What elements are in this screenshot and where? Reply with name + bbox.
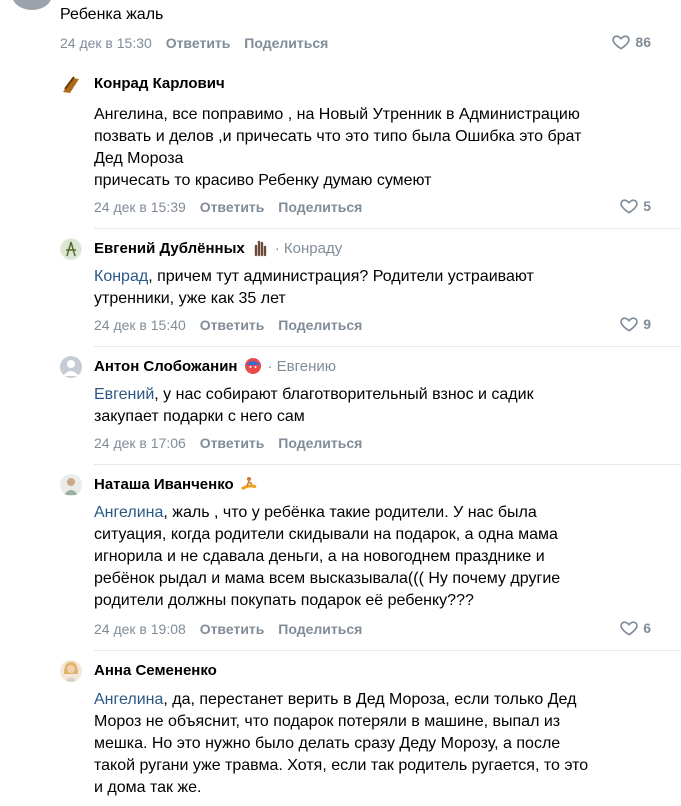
like-count: 86 [635,34,651,50]
mention-link[interactable]: Евгений [94,386,154,403]
author-name[interactable]: Анна Семененко [94,662,217,679]
like-count: 5 [643,198,651,214]
comment-time[interactable]: 24 дек в 19:08 [94,621,186,637]
avatar[interactable] [60,474,82,496]
avatar[interactable] [60,74,82,96]
reply-button[interactable]: Ответить [166,35,231,51]
avatar[interactable] [60,238,82,260]
comment-time[interactable]: 24 дек в 17:06 [94,435,186,451]
face-emoji-icon [244,357,262,375]
author-name[interactable]: Конрад Карлович [94,75,225,92]
divider [94,228,681,229]
like-count: 9 [643,316,651,332]
comment-author[interactable]: Евгений Дублённых · Конраду [94,239,342,257]
reply-button[interactable]: Ответить [200,621,265,637]
reply-button[interactable]: Ответить [200,435,265,451]
comment-time[interactable]: 24 дек в 15:39 [94,199,186,215]
comment-author[interactable]: Антон Слобожанин · Евгению [94,357,336,375]
surfer-emoji-icon [240,475,258,493]
heart-outline-icon [620,621,638,636]
author-name[interactable]: Антон Слобожанин [94,358,238,375]
hand-emoji-icon [251,239,269,257]
reply-to-link[interactable]: · Конраду [275,240,342,257]
comment-text: Конрад, причем тут администрация? Родите… [94,268,534,307]
author-name[interactable]: Евгений Дублённых [94,240,245,257]
heart-outline-icon [612,35,631,50]
like-button[interactable]: 5 [619,196,651,216]
comment-meta: 24 дек в 17:06 Ответить Поделиться [94,435,362,451]
share-button[interactable]: Поделиться [278,317,362,333]
comment-time[interactable]: 24 дек в 15:30 [60,35,152,51]
comment-author[interactable]: Конрад Карлович [94,75,225,92]
comment-text: Ребенка жаль [60,6,164,23]
avatar[interactable] [12,0,52,10]
comment-text: Ангелина, да, перестанет верить в Дед Мо… [94,691,589,796]
like-button[interactable]: 9 [619,314,651,334]
comment-author[interactable]: Наташа Иванченко [94,475,258,493]
divider [94,346,681,347]
reply-button[interactable]: Ответить [200,317,265,333]
avatar[interactable] [60,660,82,682]
comment-text: Евгений, у нас собирают благотворительны… [94,386,534,425]
avatar[interactable] [60,356,82,378]
share-button[interactable]: Поделиться [244,35,328,51]
share-button[interactable]: Поделиться [278,621,362,637]
like-count: 6 [643,620,651,636]
comment-time[interactable]: 24 дек в 15:40 [94,317,186,333]
like-button[interactable]: 6 [619,618,651,638]
comment-text: Ангелина, жаль , что у ребёнка такие род… [94,504,561,609]
share-button[interactable]: Поделиться [278,435,362,451]
comment-meta: 24 дек в 15:30 Ответить Поделиться [60,35,328,51]
comment-meta: 24 дек в 19:08 Ответить Поделиться [94,621,362,637]
divider [94,650,681,651]
comment-text: Ангелина, все поправимо , на Новый Утрен… [94,106,582,189]
mention-link[interactable]: Конрад [94,268,148,285]
comment-meta: 24 дек в 15:39 Ответить Поделиться [94,199,362,215]
mention-link[interactable]: Ангелина [94,691,163,708]
author-name[interactable]: Наташа Иванченко [94,476,234,493]
share-button[interactable]: Поделиться [278,199,362,215]
mention-link[interactable]: Ангелина [94,504,163,521]
heart-outline-icon [620,199,638,214]
comment-meta: 24 дек в 15:40 Ответить Поделиться [94,317,362,333]
divider [94,464,681,465]
like-button[interactable]: 86 [611,32,651,52]
heart-outline-icon [620,317,638,332]
reply-button[interactable]: Ответить [200,199,265,215]
comment-author[interactable]: Анна Семененко [94,662,217,679]
reply-to-link[interactable]: · Евгению [268,358,337,375]
